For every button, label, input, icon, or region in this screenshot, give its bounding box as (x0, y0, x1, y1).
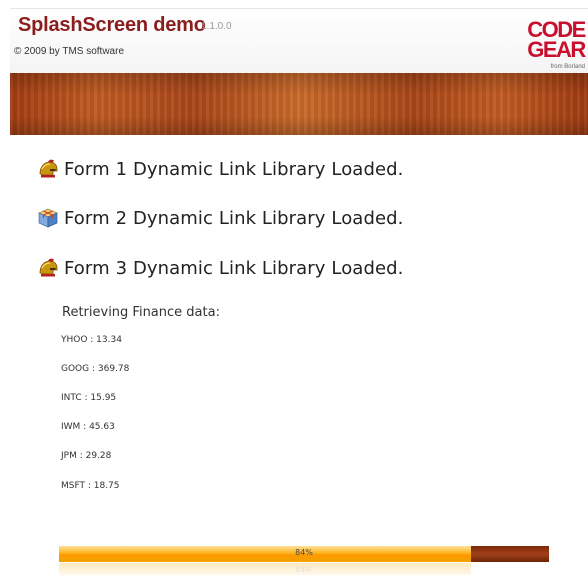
load-status-1: Form 1 Dynamic Link Library Loaded. (36, 155, 404, 183)
finance-item-yhoo: YHOO : 13.34 (61, 335, 122, 345)
version-label: 1.1.0.0 (201, 21, 232, 32)
finance-item-msft: MSFT : 18.75 (61, 481, 120, 491)
codegear-logo: CODE GEAR from Borland (527, 17, 586, 73)
load-status-text: Form 1 Dynamic Link Library Loaded. (64, 158, 404, 180)
splash-screen: SplashScreen demo 1.1.0.0 © 2009 by TMS … (0, 0, 588, 578)
header: SplashScreen demo 1.1.0.0 © 2009 by TMS … (10, 8, 588, 73)
helmet-icon (39, 159, 58, 178)
progress-bar: 84% (59, 546, 549, 562)
package-box-icon (38, 208, 58, 228)
finance-heading: Retrieving Finance data: (62, 305, 220, 320)
load-status-text: Form 3 Dynamic Link Library Loaded. (64, 257, 404, 279)
load-status-text: Form 2 Dynamic Link Library Loaded. (64, 207, 404, 229)
progress-reflection-label: 84% (295, 564, 313, 573)
logo-line-3: from Borland (550, 64, 585, 70)
load-status-2: Form 2 Dynamic Link Library Loaded. (36, 204, 404, 232)
finance-item-jpm: JPM : 29.28 (61, 451, 112, 461)
wood-banner (10, 73, 588, 135)
progress-label: 84% (295, 548, 313, 557)
progress-reflection: 84% (59, 563, 549, 575)
helmet-icon (39, 258, 58, 277)
finance-item-goog: GOOG : 369.78 (61, 364, 130, 374)
logo-line-2: GEAR (527, 37, 586, 62)
load-status-3: Form 3 Dynamic Link Library Loaded. (36, 254, 404, 282)
finance-item-intc: INTC : 15.95 (61, 393, 117, 403)
finance-item-iwm: IWM : 45.63 (61, 422, 115, 432)
app-title: SplashScreen demo (18, 14, 206, 36)
copyright-label: © 2009 by TMS software (14, 46, 125, 57)
